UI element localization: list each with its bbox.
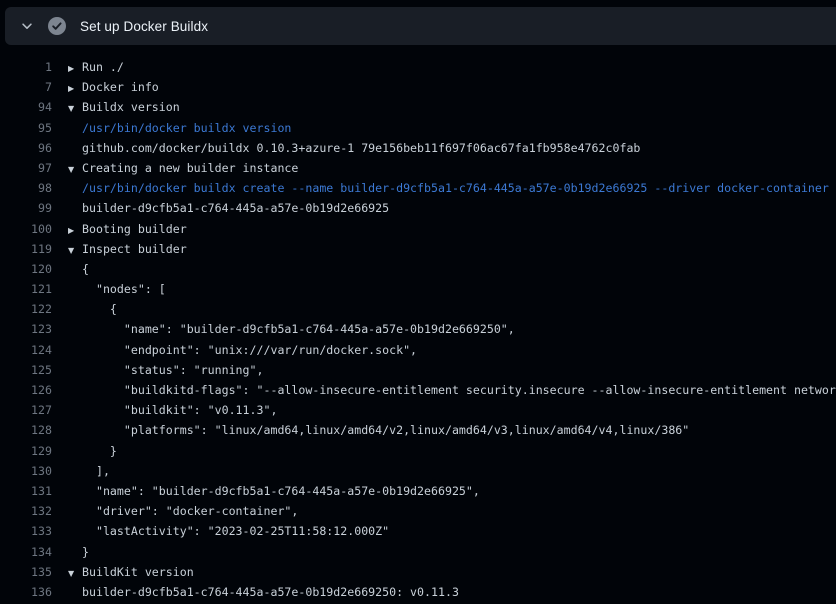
log-line-number[interactable]: 130 [0,461,52,481]
triangle-down-icon: ▼ [68,160,82,178]
log-line-number[interactable]: 98 [0,178,52,198]
log-line-number[interactable]: 124 [0,340,52,360]
log-line: 124 "endpoint": "unix:///var/run/docker.… [0,340,836,360]
triangle-down-icon: ▼ [68,564,82,582]
log-line: 96github.com/docker/buildx 0.10.3+azure-… [0,138,836,158]
log-line: 98/usr/bin/docker buildx create --name b… [0,178,836,198]
log-line: 94▼Buildx version [0,97,836,117]
log-output-text: "name": "builder-d9cfb5a1-c764-445a-a57e… [52,319,515,339]
log-output-text: "lastActivity": "2023-02-25T11:58:12.000… [52,521,389,541]
log-output-text: "status": "running", [52,360,263,380]
log-command-text: /usr/bin/docker buildx create --name bui… [52,178,829,198]
log-output-text: "name": "builder-d9cfb5a1-c764-445a-a57e… [52,481,480,501]
log-line: 125 "status": "running", [0,360,836,380]
log-line: 129 } [0,441,836,461]
log-line: 121 "nodes": [ [0,279,836,299]
log-line: 7▶Docker info [0,77,836,97]
log-line-number[interactable]: 97 [0,158,52,178]
log-line: 122 { [0,299,836,319]
log-line: 128 "platforms": "linux/amd64,linux/amd6… [0,420,836,440]
log-output-text: { [52,259,89,279]
step-header[interactable]: Set up Docker Buildx [5,7,836,45]
triangle-right-icon: ▶ [68,221,82,239]
log-line: 1▶Run ./ [0,57,836,77]
log-output-text: { [52,299,117,319]
triangle-down-icon: ▼ [68,99,82,117]
log-line-number[interactable]: 122 [0,299,52,319]
log-output-text: } [52,542,89,562]
log-output-text: github.com/docker/buildx 0.10.3+azure-1 … [52,138,640,158]
log-output-text: "platforms": "linux/amd64,linux/amd64/v2… [52,420,689,440]
log-line: 100▶Booting builder [0,219,836,239]
log-output-text: ], [52,461,110,481]
log-line-number[interactable]: 99 [0,198,52,218]
chevron-down-icon [20,19,34,33]
log-line: 127 "buildkit": "v0.11.3", [0,400,836,420]
log-line-number[interactable]: 123 [0,319,52,339]
log-group-header[interactable]: ▼Buildx version [52,97,180,117]
log-output-text: "endpoint": "unix:///var/run/docker.sock… [52,340,417,360]
log-line: 119▼Inspect builder [0,239,836,259]
check-circle-icon [48,17,66,35]
log-line: 133 "lastActivity": "2023-02-25T11:58:12… [0,521,836,541]
log-line-number[interactable]: 128 [0,420,52,440]
log-output-text: builder-d9cfb5a1-c764-445a-a57e-0b19d2e6… [52,582,459,602]
log-output-text: "buildkit": "v0.11.3", [52,400,277,420]
log-line-number[interactable]: 120 [0,259,52,279]
log-line-number[interactable]: 1 [0,57,52,77]
log-group-header[interactable]: ▼BuildKit version [52,562,194,582]
log-line-number[interactable]: 129 [0,441,52,461]
log-line: 132 "driver": "docker-container", [0,501,836,521]
log-line: 95/usr/bin/docker buildx version [0,118,836,138]
log-line-number[interactable]: 95 [0,118,52,138]
log-line-number[interactable]: 133 [0,521,52,541]
log-output-text: "driver": "docker-container", [52,501,298,521]
log-group-header[interactable]: ▶Docker info [52,77,159,97]
log-line-number[interactable]: 94 [0,97,52,117]
log-line: 130 ], [0,461,836,481]
log-line: 99builder-d9cfb5a1-c764-445a-a57e-0b19d2… [0,198,836,218]
step-title: Set up Docker Buildx [80,19,208,34]
log-line: 126 "buildkitd-flags": "--allow-insecure… [0,380,836,400]
log-group-header[interactable]: ▼Inspect builder [52,239,187,259]
log-output-text: "nodes": [ [52,279,166,299]
log-line-number[interactable]: 136 [0,582,52,602]
triangle-down-icon: ▼ [68,241,82,259]
log-line-number[interactable]: 132 [0,501,52,521]
log-line-number[interactable]: 100 [0,219,52,239]
log-command-text: /usr/bin/docker buildx version [52,118,291,138]
triangle-right-icon: ▶ [68,59,82,77]
log-line-number[interactable]: 7 [0,77,52,97]
log-line-number[interactable]: 121 [0,279,52,299]
log-line-number[interactable]: 134 [0,542,52,562]
log-output-area: 1▶Run ./7▶Docker info94▼Buildx version95… [0,57,836,604]
log-line: 136builder-d9cfb5a1-c764-445a-a57e-0b19d… [0,582,836,602]
log-line: 134} [0,542,836,562]
log-output-text: builder-d9cfb5a1-c764-445a-a57e-0b19d2e6… [52,198,389,218]
collapse-step-button[interactable] [12,11,42,41]
log-output-text: } [52,441,117,461]
triangle-right-icon: ▶ [68,79,82,97]
log-group-header[interactable]: ▼Creating a new builder instance [52,158,298,178]
log-group-header[interactable]: ▶Booting builder [52,219,187,239]
log-line: 135▼BuildKit version [0,562,836,582]
log-line-number[interactable]: 126 [0,380,52,400]
log-line-number[interactable]: 127 [0,400,52,420]
log-line-number[interactable]: 119 [0,239,52,259]
log-output-text: "buildkitd-flags": "--allow-insecure-ent… [52,380,836,400]
log-line-number[interactable]: 135 [0,562,52,582]
log-line-number[interactable]: 125 [0,360,52,380]
log-line: 131 "name": "builder-d9cfb5a1-c764-445a-… [0,481,836,501]
log-group-header[interactable]: ▶Run ./ [52,57,124,77]
log-line-number[interactable]: 131 [0,481,52,501]
log-line: 97▼Creating a new builder instance [0,158,836,178]
log-line: 120{ [0,259,836,279]
log-line: 123 "name": "builder-d9cfb5a1-c764-445a-… [0,319,836,339]
log-line-number[interactable]: 96 [0,138,52,158]
